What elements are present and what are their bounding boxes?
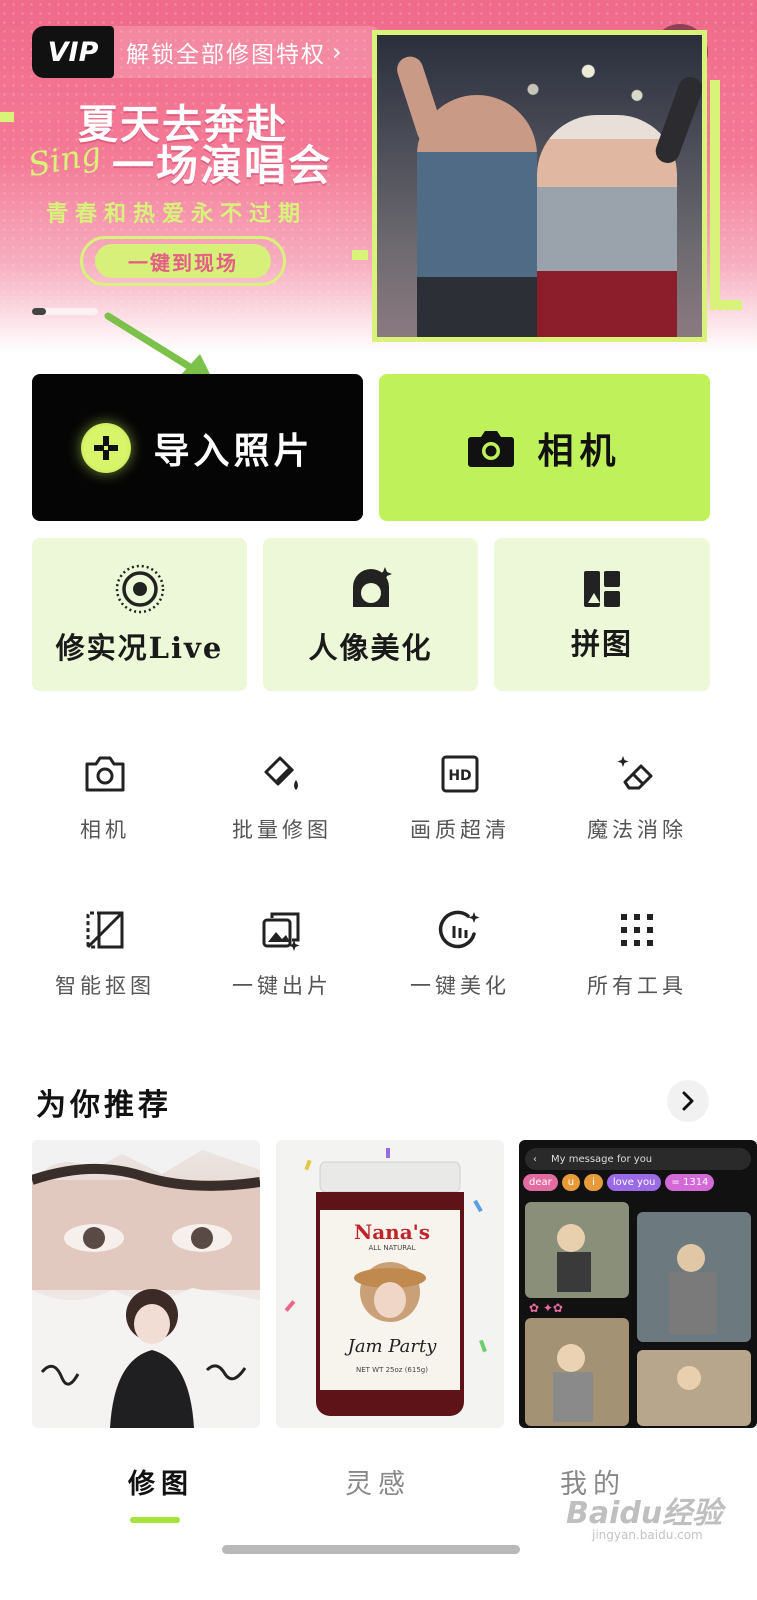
recommend-title: 为你推荐 bbox=[36, 1088, 172, 1123]
tile-live-photo[interactable]: 修实况Live bbox=[32, 538, 247, 691]
tool-batch-edit[interactable]: 批量修图 bbox=[207, 752, 357, 844]
auto-beautify-icon bbox=[438, 908, 482, 952]
tool-magic-eraser[interactable]: 魔法消除 bbox=[562, 752, 712, 844]
hero-banner[interactable]: VIP 解锁全部修图特权 › 夏天去奔赴 Sing 一场演唱会 青春和热爱永不过… bbox=[0, 0, 757, 352]
tool-label: 一键美化 bbox=[410, 974, 510, 998]
tool-label: 画质超清 bbox=[410, 818, 510, 842]
camera-button[interactable]: 相机 bbox=[379, 374, 710, 521]
tool-label: 魔法消除 bbox=[587, 818, 687, 842]
banner-page-indicator bbox=[32, 308, 98, 315]
import-photo-button[interactable]: 导入照片 bbox=[32, 374, 363, 521]
svg-text:✿ ✦✿: ✿ ✦✿ bbox=[529, 1301, 563, 1315]
card-thumbnail-image bbox=[284, 1148, 487, 1416]
chevron-right-icon: › bbox=[332, 38, 344, 66]
card-thumbnail-image: ✿ ✦✿ bbox=[525, 1202, 751, 1426]
banner-deco bbox=[720, 300, 742, 310]
banner-cta-button[interactable]: 一键到现场 bbox=[80, 236, 286, 286]
tile-label: 人像美化 bbox=[308, 630, 433, 665]
camera-icon bbox=[468, 430, 515, 467]
recommend-card[interactable]: ‹ My message for you dear u i love you =… bbox=[519, 1140, 757, 1428]
card-chip-row: dear u i love you = 1314 bbox=[523, 1174, 715, 1191]
all-tools-icon bbox=[615, 908, 659, 952]
tile-portrait[interactable]: 人像美化 bbox=[263, 538, 478, 691]
recommend-card[interactable]: Nana's ALL NATURAL Jam Party NET WT 25oz… bbox=[276, 1140, 504, 1428]
banner-deco bbox=[0, 112, 14, 122]
nav-active-indicator bbox=[130, 1517, 180, 1523]
eraser-icon bbox=[615, 752, 659, 796]
chip: love you bbox=[606, 1174, 662, 1191]
chip: u bbox=[561, 1174, 581, 1191]
hd-icon: HD bbox=[438, 752, 482, 796]
chevron-right-icon bbox=[682, 1091, 694, 1111]
import-photo-label: 导入照片 bbox=[153, 430, 314, 472]
card-message-header: ‹ My message for you bbox=[525, 1148, 751, 1170]
vip-badge: VIP bbox=[32, 26, 114, 78]
baidu-watermark-url: jingyan.baidu.com bbox=[592, 1528, 703, 1542]
back-arrow-icon: ‹ bbox=[533, 1153, 537, 1165]
recommend-card[interactable] bbox=[32, 1140, 260, 1428]
nav-tab-inspiration[interactable]: 灵感 bbox=[345, 1462, 411, 1501]
nav-tab-edit[interactable]: 修图 bbox=[128, 1462, 194, 1501]
tile-label: 修实况Live bbox=[55, 630, 224, 665]
card-message-text: My message for you bbox=[551, 1153, 653, 1165]
portrait-icon bbox=[352, 566, 392, 607]
tool-camera[interactable]: 相机 bbox=[30, 752, 180, 844]
plus-icon bbox=[81, 422, 132, 473]
tool-label: 所有工具 bbox=[587, 974, 687, 998]
tool-auto-beautify[interactable]: 一键美化 bbox=[385, 908, 535, 1000]
vip-promo-text: 解锁全部修图特权 bbox=[126, 42, 326, 68]
chip: i bbox=[584, 1174, 603, 1191]
tool-label: 相机 bbox=[80, 818, 130, 842]
live-photo-icon bbox=[115, 564, 164, 613]
cutout-icon bbox=[83, 908, 127, 952]
banner-cta-label: 一键到现场 bbox=[95, 244, 271, 278]
recommend-more-button[interactable] bbox=[667, 1080, 709, 1122]
tool-label: 智能抠图 bbox=[55, 974, 155, 998]
tool-all-tools[interactable]: 所有工具 bbox=[562, 908, 712, 1000]
banner-slogan-line3: 青春和热爱永不过期 bbox=[46, 202, 308, 227]
photo-figure bbox=[652, 73, 702, 167]
card-thumbnail-image bbox=[32, 1140, 260, 1428]
page-indicator-active bbox=[32, 308, 46, 315]
home-indicator[interactable] bbox=[222, 1545, 520, 1554]
banner-concert-photo bbox=[372, 30, 707, 342]
svg-text:HD: HD bbox=[448, 768, 471, 784]
banner-slogan-line2: 一场演唱会 bbox=[112, 141, 333, 190]
tool-smart-cutout[interactable]: 智能抠图 bbox=[30, 908, 180, 1000]
camera-outline-icon bbox=[83, 752, 127, 796]
banner-deco bbox=[710, 80, 720, 310]
tool-label: 批量修图 bbox=[232, 818, 332, 842]
chip: dear bbox=[523, 1174, 558, 1191]
one-tap-output-icon bbox=[260, 908, 304, 952]
tile-label: 拼图 bbox=[570, 626, 633, 661]
camera-label: 相机 bbox=[537, 430, 622, 472]
tool-label: 一键出片 bbox=[232, 974, 332, 998]
card-script-text: Jam Party bbox=[347, 1336, 437, 1357]
vip-promo-pill[interactable]: VIP 解锁全部修图特权 › bbox=[32, 26, 382, 78]
photo-figure bbox=[417, 95, 537, 337]
banner-deco bbox=[352, 250, 368, 260]
card-tagline-text: ALL NATURAL bbox=[368, 1244, 416, 1252]
collage-icon bbox=[584, 570, 620, 607]
baidu-watermark: Baidu经验 bbox=[566, 1496, 723, 1531]
tool-hd[interactable]: HD 画质超清 bbox=[385, 752, 535, 844]
tile-collage[interactable]: 拼图 bbox=[494, 538, 710, 691]
card-netwt-text: NET WT 25oz (615g) bbox=[356, 1366, 428, 1374]
chip: = 1314 bbox=[665, 1174, 715, 1191]
batch-edit-icon bbox=[260, 752, 304, 796]
tool-one-tap-output[interactable]: 一键出片 bbox=[207, 908, 357, 1000]
card-brand-text: Nana's bbox=[353, 1220, 431, 1244]
